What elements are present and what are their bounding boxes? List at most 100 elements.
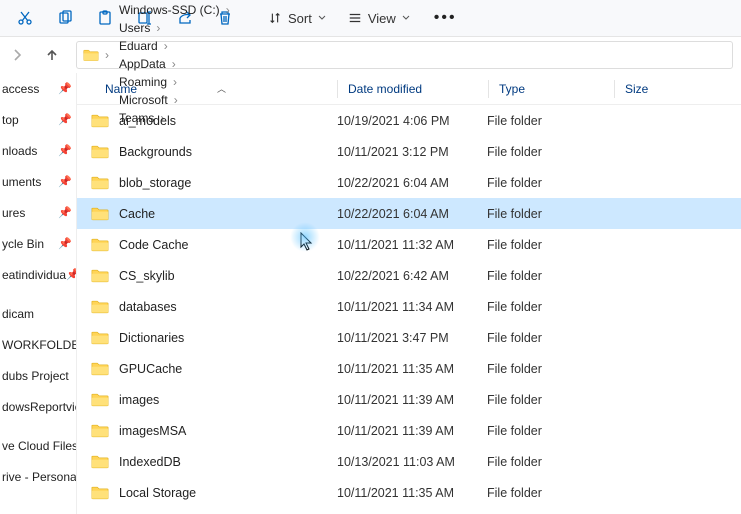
folder-icon (91, 454, 111, 469)
file-name: IndexedDB (119, 455, 337, 469)
table-row[interactable]: CS_skylib10/22/2021 6:42 AMFile folder (77, 260, 741, 291)
sort-indicator-icon: ︿ (217, 82, 226, 95)
file-name: images (119, 393, 337, 407)
file-type: File folder (487, 393, 602, 407)
more-button[interactable]: ••• (422, 9, 469, 27)
folder-icon (91, 361, 111, 376)
table-row[interactable]: Backgrounds10/11/2021 3:12 PMFile folder (77, 136, 741, 167)
table-row[interactable]: blob_storage10/22/2021 6:04 AMFile folde… (77, 167, 741, 198)
breadcrumb[interactable]: › This PC›Windows-SSD (C:)›Users›Eduard›… (76, 41, 733, 69)
sidebar-item[interactable]: access📌 (0, 73, 76, 104)
col-size[interactable]: Size (625, 82, 685, 96)
file-type: File folder (487, 207, 602, 221)
file-name: blob_storage (119, 176, 337, 190)
folder-icon (91, 392, 111, 407)
table-row[interactable]: Local Storage10/11/2021 11:35 AMFile fol… (77, 477, 741, 508)
file-date: 10/11/2021 3:12 PM (337, 145, 487, 159)
crumb-eduard[interactable]: Eduard› (115, 37, 236, 55)
file-type: File folder (487, 424, 602, 438)
file-type: File folder (487, 114, 602, 128)
sidebar-item[interactable]: WORKFOLDER (0, 329, 76, 360)
table-row[interactable]: Cache10/22/2021 6:04 AMFile folder (77, 198, 741, 229)
pin-icon: 📌 (58, 237, 72, 250)
file-type: File folder (487, 455, 602, 469)
sidebar-item[interactable]: ve Cloud Files (0, 430, 76, 461)
crumb-users[interactable]: Users› (115, 19, 236, 37)
sidebar-item[interactable]: uments📌 (0, 166, 76, 197)
folder-icon (91, 485, 111, 500)
folder-icon (83, 48, 99, 62)
folder-icon (91, 113, 111, 128)
file-date: 10/22/2021 6:42 AM (337, 269, 487, 283)
pin-icon: 📌 (66, 268, 77, 281)
file-type: File folder (487, 331, 602, 345)
view-label: View (368, 11, 396, 26)
col-type[interactable]: Type (499, 82, 614, 96)
pin-icon: 📌 (58, 206, 72, 219)
crumb-windows-ssd-c-[interactable]: Windows-SSD (C:)› (115, 1, 236, 19)
sidebar-item[interactable]: dubs Project (0, 360, 76, 391)
file-name: ai_models (119, 114, 337, 128)
file-name: Cache (119, 207, 337, 221)
view-dropdown[interactable]: View (338, 3, 420, 33)
file-date: 10/11/2021 11:32 AM (337, 238, 487, 252)
file-type: File folder (487, 486, 602, 500)
nav-forward[interactable] (6, 43, 30, 67)
file-name: Local Storage (119, 486, 337, 500)
table-row[interactable]: GPUCache10/11/2021 11:35 AMFile folder (77, 353, 741, 384)
sidebar-item[interactable]: ures📌 (0, 197, 76, 228)
file-date: 10/13/2021 11:03 AM (337, 455, 487, 469)
folder-icon (91, 175, 111, 190)
sidebar-item[interactable]: top📌 (0, 104, 76, 135)
file-date: 10/19/2021 4:06 PM (337, 114, 487, 128)
chevron-down-icon (402, 14, 410, 22)
table-row[interactable]: ai_models10/19/2021 4:06 PMFile folder (77, 105, 741, 136)
file-type: File folder (487, 362, 602, 376)
pin-icon: 📌 (58, 144, 72, 157)
pin-icon: 📌 (58, 113, 72, 126)
sidebar-item[interactable]: dowsReportvic (0, 391, 76, 422)
sidebar-item[interactable]: nloads📌 (0, 135, 76, 166)
table-row[interactable]: IndexedDB10/13/2021 11:03 AMFile folder (77, 446, 741, 477)
cut-button[interactable] (6, 3, 44, 33)
folder-icon (91, 144, 111, 159)
file-date: 10/11/2021 3:47 PM (337, 331, 487, 345)
sort-label: Sort (288, 11, 312, 26)
table-row[interactable]: images10/11/2021 11:39 AMFile folder (77, 384, 741, 415)
file-date: 10/22/2021 6:04 AM (337, 207, 487, 221)
file-name: GPUCache (119, 362, 337, 376)
file-date: 10/11/2021 11:39 AM (337, 393, 487, 407)
file-type: File folder (487, 145, 602, 159)
copy-button[interactable] (46, 3, 84, 33)
table-row[interactable]: Dictionaries10/11/2021 3:47 PMFile folde… (77, 322, 741, 353)
sidebar-item[interactable]: ycle Bin📌 (0, 228, 76, 259)
file-name: Backgrounds (119, 145, 337, 159)
file-date: 10/22/2021 6:04 AM (337, 176, 487, 190)
toolbar: Sort View ••• (0, 0, 741, 37)
file-type: File folder (487, 238, 602, 252)
folder-icon (91, 268, 111, 283)
file-type: File folder (487, 300, 602, 314)
file-type: File folder (487, 176, 602, 190)
table-row[interactable]: Code Cache10/11/2021 11:32 AMFile folder (77, 229, 741, 260)
pin-icon: 📌 (58, 175, 72, 188)
col-date[interactable]: Date modified (348, 82, 488, 96)
sidebar-item[interactable]: dicam (0, 298, 76, 329)
file-date: 10/11/2021 11:35 AM (337, 486, 487, 500)
col-name[interactable]: Name︿ (77, 82, 337, 96)
sidebar-item[interactable]: eatindividua📌 (0, 259, 76, 290)
file-date: 10/11/2021 11:39 AM (337, 424, 487, 438)
table-row[interactable]: imagesMSA10/11/2021 11:39 AMFile folder (77, 415, 741, 446)
folder-icon (91, 237, 111, 252)
folder-icon (91, 206, 111, 221)
pin-icon: 📌 (58, 82, 72, 95)
file-name: imagesMSA (119, 424, 337, 438)
file-date: 10/11/2021 11:35 AM (337, 362, 487, 376)
sort-dropdown[interactable]: Sort (258, 3, 336, 33)
folder-icon (91, 423, 111, 438)
crumb-appdata[interactable]: AppData› (115, 55, 236, 73)
folder-icon (91, 330, 111, 345)
table-row[interactable]: databases10/11/2021 11:34 AMFile folder (77, 291, 741, 322)
sidebar-item[interactable]: rive - Personal (0, 461, 76, 492)
nav-up[interactable] (40, 43, 64, 67)
